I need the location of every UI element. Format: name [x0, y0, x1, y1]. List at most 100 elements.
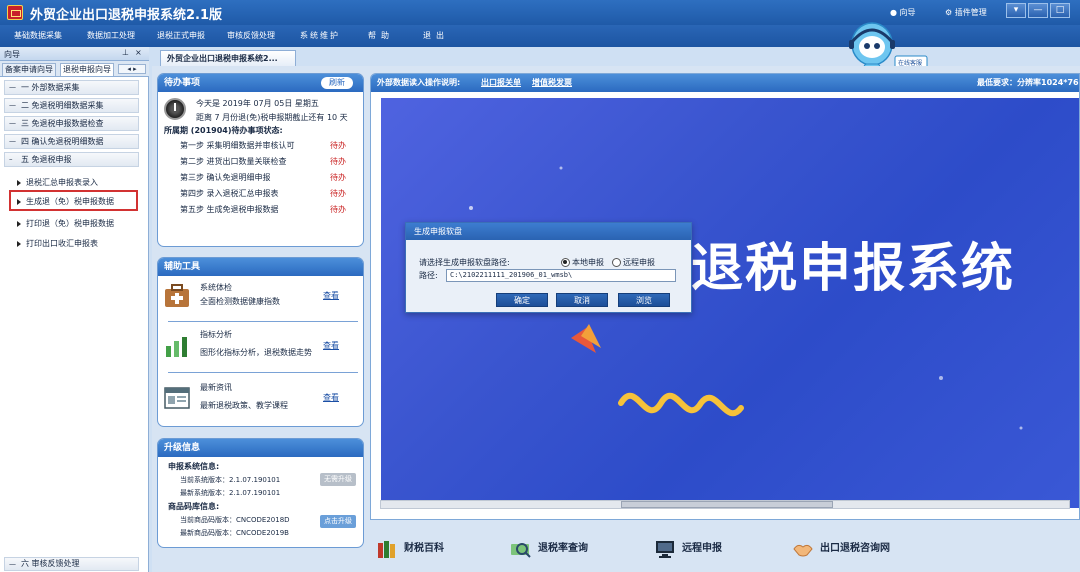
banner-title: 退税申报系统 — [691, 239, 1016, 299]
tool-news-desc: 最新退税政策、教学课程 — [200, 401, 288, 410]
tool-health-check-desc: 全面检测数据健康指数 — [200, 297, 280, 306]
system-info-heading: 申报系统信息: — [168, 462, 220, 471]
sub-item-generate-data[interactable]: 生成退（免）税申报数据 — [14, 195, 114, 208]
menu-formal-declaration[interactable]: 退税正式申报 — [157, 30, 205, 41]
todo-status-1[interactable]: 待办 — [330, 140, 346, 151]
cancel-button[interactable]: 取消 — [556, 293, 608, 307]
resolution-requirement: 最低要求：分辨率1024*768 — [977, 78, 1080, 87]
refund-consult-link[interactable]: 出口退税咨询网 — [790, 538, 890, 560]
todo-status-5[interactable]: 待办 — [330, 204, 346, 215]
browse-button[interactable]: 浏览 — [618, 293, 670, 307]
newspaper-icon — [164, 387, 190, 409]
menu-data-processing[interactable]: 数据加工处理 — [87, 30, 135, 41]
no-upgrade-button[interactable]: 无需升级 — [320, 473, 356, 486]
generate-disk-dialog: 生成申报软盘 请选择生成申报软盘路径: 本地申报 远程申报 路径: C:\210… — [405, 222, 692, 313]
maximize-button[interactable]: □ — [1050, 3, 1070, 18]
customs-declaration-link[interactable]: 出口报关单 — [481, 74, 521, 92]
banner-header: 外部数据读入操作说明: 出口报关单 增值税发票 最低要求：分辨率1024*768 — [371, 74, 1080, 92]
system-latest-version: 最新系统版本：2.1.07.190101 — [180, 489, 281, 497]
menu-basic-data[interactable]: 基础数据采集 — [14, 30, 62, 41]
close-icon[interactable]: × — [135, 48, 142, 57]
todo-step-5: 第五步 生成免退税申报数据 — [180, 205, 279, 214]
tab-main-document[interactable]: 外贸企业出口退税申报系统2... — [160, 50, 296, 66]
menu-audit-feedback[interactable]: 审核反馈处理 — [227, 30, 275, 41]
refund-rate-query-link[interactable]: 退税率查询 — [508, 538, 588, 560]
code-info-heading: 商品码库信息: — [168, 502, 220, 511]
menu-exit[interactable]: 退出 — [423, 30, 449, 41]
menu-system-maintenance[interactable]: 系统维护 — [300, 30, 340, 41]
spring-icon — [618, 392, 744, 417]
todo-step-2: 第二步 进货出口数量关联检查 — [180, 157, 287, 166]
dialog-title: 生成申报软盘 — [406, 223, 691, 240]
chevron-down-icon: ▾ — [1013, 5, 1019, 15]
code-current-version: 当前商品码版本：CNCODE2018D — [180, 516, 290, 524]
todo-status-3[interactable]: 待办 — [330, 172, 346, 183]
pin-icon[interactable]: ⊥ — [122, 48, 129, 57]
minimize-button[interactable]: — — [1028, 3, 1048, 18]
sub-item-print-data[interactable]: 打印退（免）税申报数据 — [14, 217, 114, 230]
path-input[interactable]: C:\2102211111_201906_01_wmsb\ — [446, 269, 676, 282]
monitor-icon — [656, 541, 674, 558]
todo-step-4: 第四步 录入退税汇总申报表 — [180, 189, 279, 198]
todo-status-2[interactable]: 待办 — [330, 156, 346, 167]
tool-health-check-name: 系统体检 — [200, 283, 232, 292]
clock-icon — [164, 98, 186, 120]
tool-index-analysis-link[interactable]: 查看 — [323, 340, 339, 351]
scrollbar-thumb[interactable] — [621, 501, 833, 508]
vat-invoice-link[interactable]: 增值税发票 — [532, 74, 572, 92]
tools-card: 辅助工具 系统体检 全面检测数据健康指数 查看 指标分析 图形化指标分析，退税数… — [157, 257, 364, 427]
click-upgrade-button[interactable]: 点击升级 — [320, 515, 356, 528]
tools-card-title: 辅助工具 — [158, 258, 363, 276]
system-current-version: 当前系统版本：2.1.07.190101 — [180, 476, 281, 484]
sub-item-print-exchange[interactable]: 打印出口收汇申报表 — [14, 237, 98, 250]
upgrade-card-title: 升级信息 — [158, 439, 363, 457]
tool-news-link[interactable]: 查看 — [323, 392, 339, 403]
tab-filing-guide[interactable]: 备案申请向导 — [2, 63, 56, 76]
guide-panel-header: 向导 ⊥ × — [0, 47, 149, 61]
horizontal-scrollbar[interactable] — [380, 500, 1070, 509]
ok-button[interactable]: 确定 — [496, 293, 548, 307]
todo-step-1: 第一步 采集明细数据并审核认可 — [180, 141, 295, 150]
plugin-manager-button[interactable]: ⚙ 插件管理 — [945, 7, 987, 18]
todo-date: 今天是 2019年 07月 05日 星期五 — [196, 99, 319, 108]
tab-scroll-arrows[interactable]: ◂ ▸ — [118, 64, 146, 74]
menu-help[interactable]: 帮助 — [368, 30, 394, 41]
medical-kit-icon — [165, 284, 189, 307]
tool-health-check-link[interactable]: 查看 — [323, 290, 339, 301]
handshake-icon — [793, 544, 813, 557]
guide-panel-title: 向导 — [4, 50, 20, 59]
app-title: 外贸企业出口退税申报系统2.1版 — [30, 8, 223, 23]
tax-encyclopedia-link[interactable]: 财税百科 — [374, 538, 444, 560]
quick-links-bar: 财税百科 退税率查询 远程申报 出口退税咨询网 — [370, 530, 1080, 566]
path-label: 路径: — [419, 271, 438, 280]
divider — [168, 321, 358, 322]
sub-item-summary-entry[interactable]: 退税汇总申报表录入 — [14, 176, 98, 189]
tool-news-name: 最新资讯 — [200, 383, 232, 392]
todo-step-3: 第三步 确认免退明细申报 — [180, 173, 271, 182]
code-latest-version: 最新商品码版本：CNCODE2019B — [180, 529, 289, 537]
bar-chart-icon — [166, 337, 187, 357]
guide-step-6[interactable]: 六 审核反馈处理 — [4, 557, 139, 571]
remote-declaration-radio[interactable]: 远程申报 — [612, 257, 655, 268]
magnifier-money-icon — [511, 543, 531, 558]
todo-period: 所属期 (201904)待办事项状态: — [164, 126, 283, 135]
books-icon — [378, 541, 395, 558]
divider — [168, 372, 358, 373]
tool-index-analysis-name: 指标分析 — [200, 330, 232, 339]
tab-refund-guide[interactable]: 退税申报向导 — [60, 63, 114, 76]
refresh-button[interactable]: 刷新 — [321, 77, 353, 89]
dialog-prompt: 请选择生成申报软盘路径: — [419, 258, 510, 267]
guide-panel-tabs: 备案申请向导 退税申报向导 ◂ ▸ — [0, 61, 149, 77]
dropdown-button[interactable]: ▾ — [1006, 3, 1026, 18]
local-declaration-radio[interactable]: 本地申报 — [561, 257, 604, 268]
guide-step-4[interactable]: 四 确认免退税明细数据 — [4, 134, 139, 149]
app-logo-icon — [7, 5, 23, 20]
todo-card: 待办事项 刷新 今天是 2019年 07月 05日 星期五 距离 7 月份退(免… — [157, 73, 364, 247]
guide-step-2[interactable]: 二 免退税明细数据采集 — [4, 98, 139, 113]
remote-declaration-link[interactable]: 远程申报 — [652, 538, 722, 560]
todo-status-4[interactable]: 待办 — [330, 188, 346, 199]
guide-step-5[interactable]: 五 免退税申报 — [4, 152, 139, 167]
guide-step-1[interactable]: 一 外部数据采集 — [4, 80, 139, 95]
guide-step-3[interactable]: 三 免退税申报数据检查 — [4, 116, 139, 131]
upgrade-card: 升级信息 申报系统信息: 当前系统版本：2.1.07.190101 最新系统版本… — [157, 438, 364, 548]
